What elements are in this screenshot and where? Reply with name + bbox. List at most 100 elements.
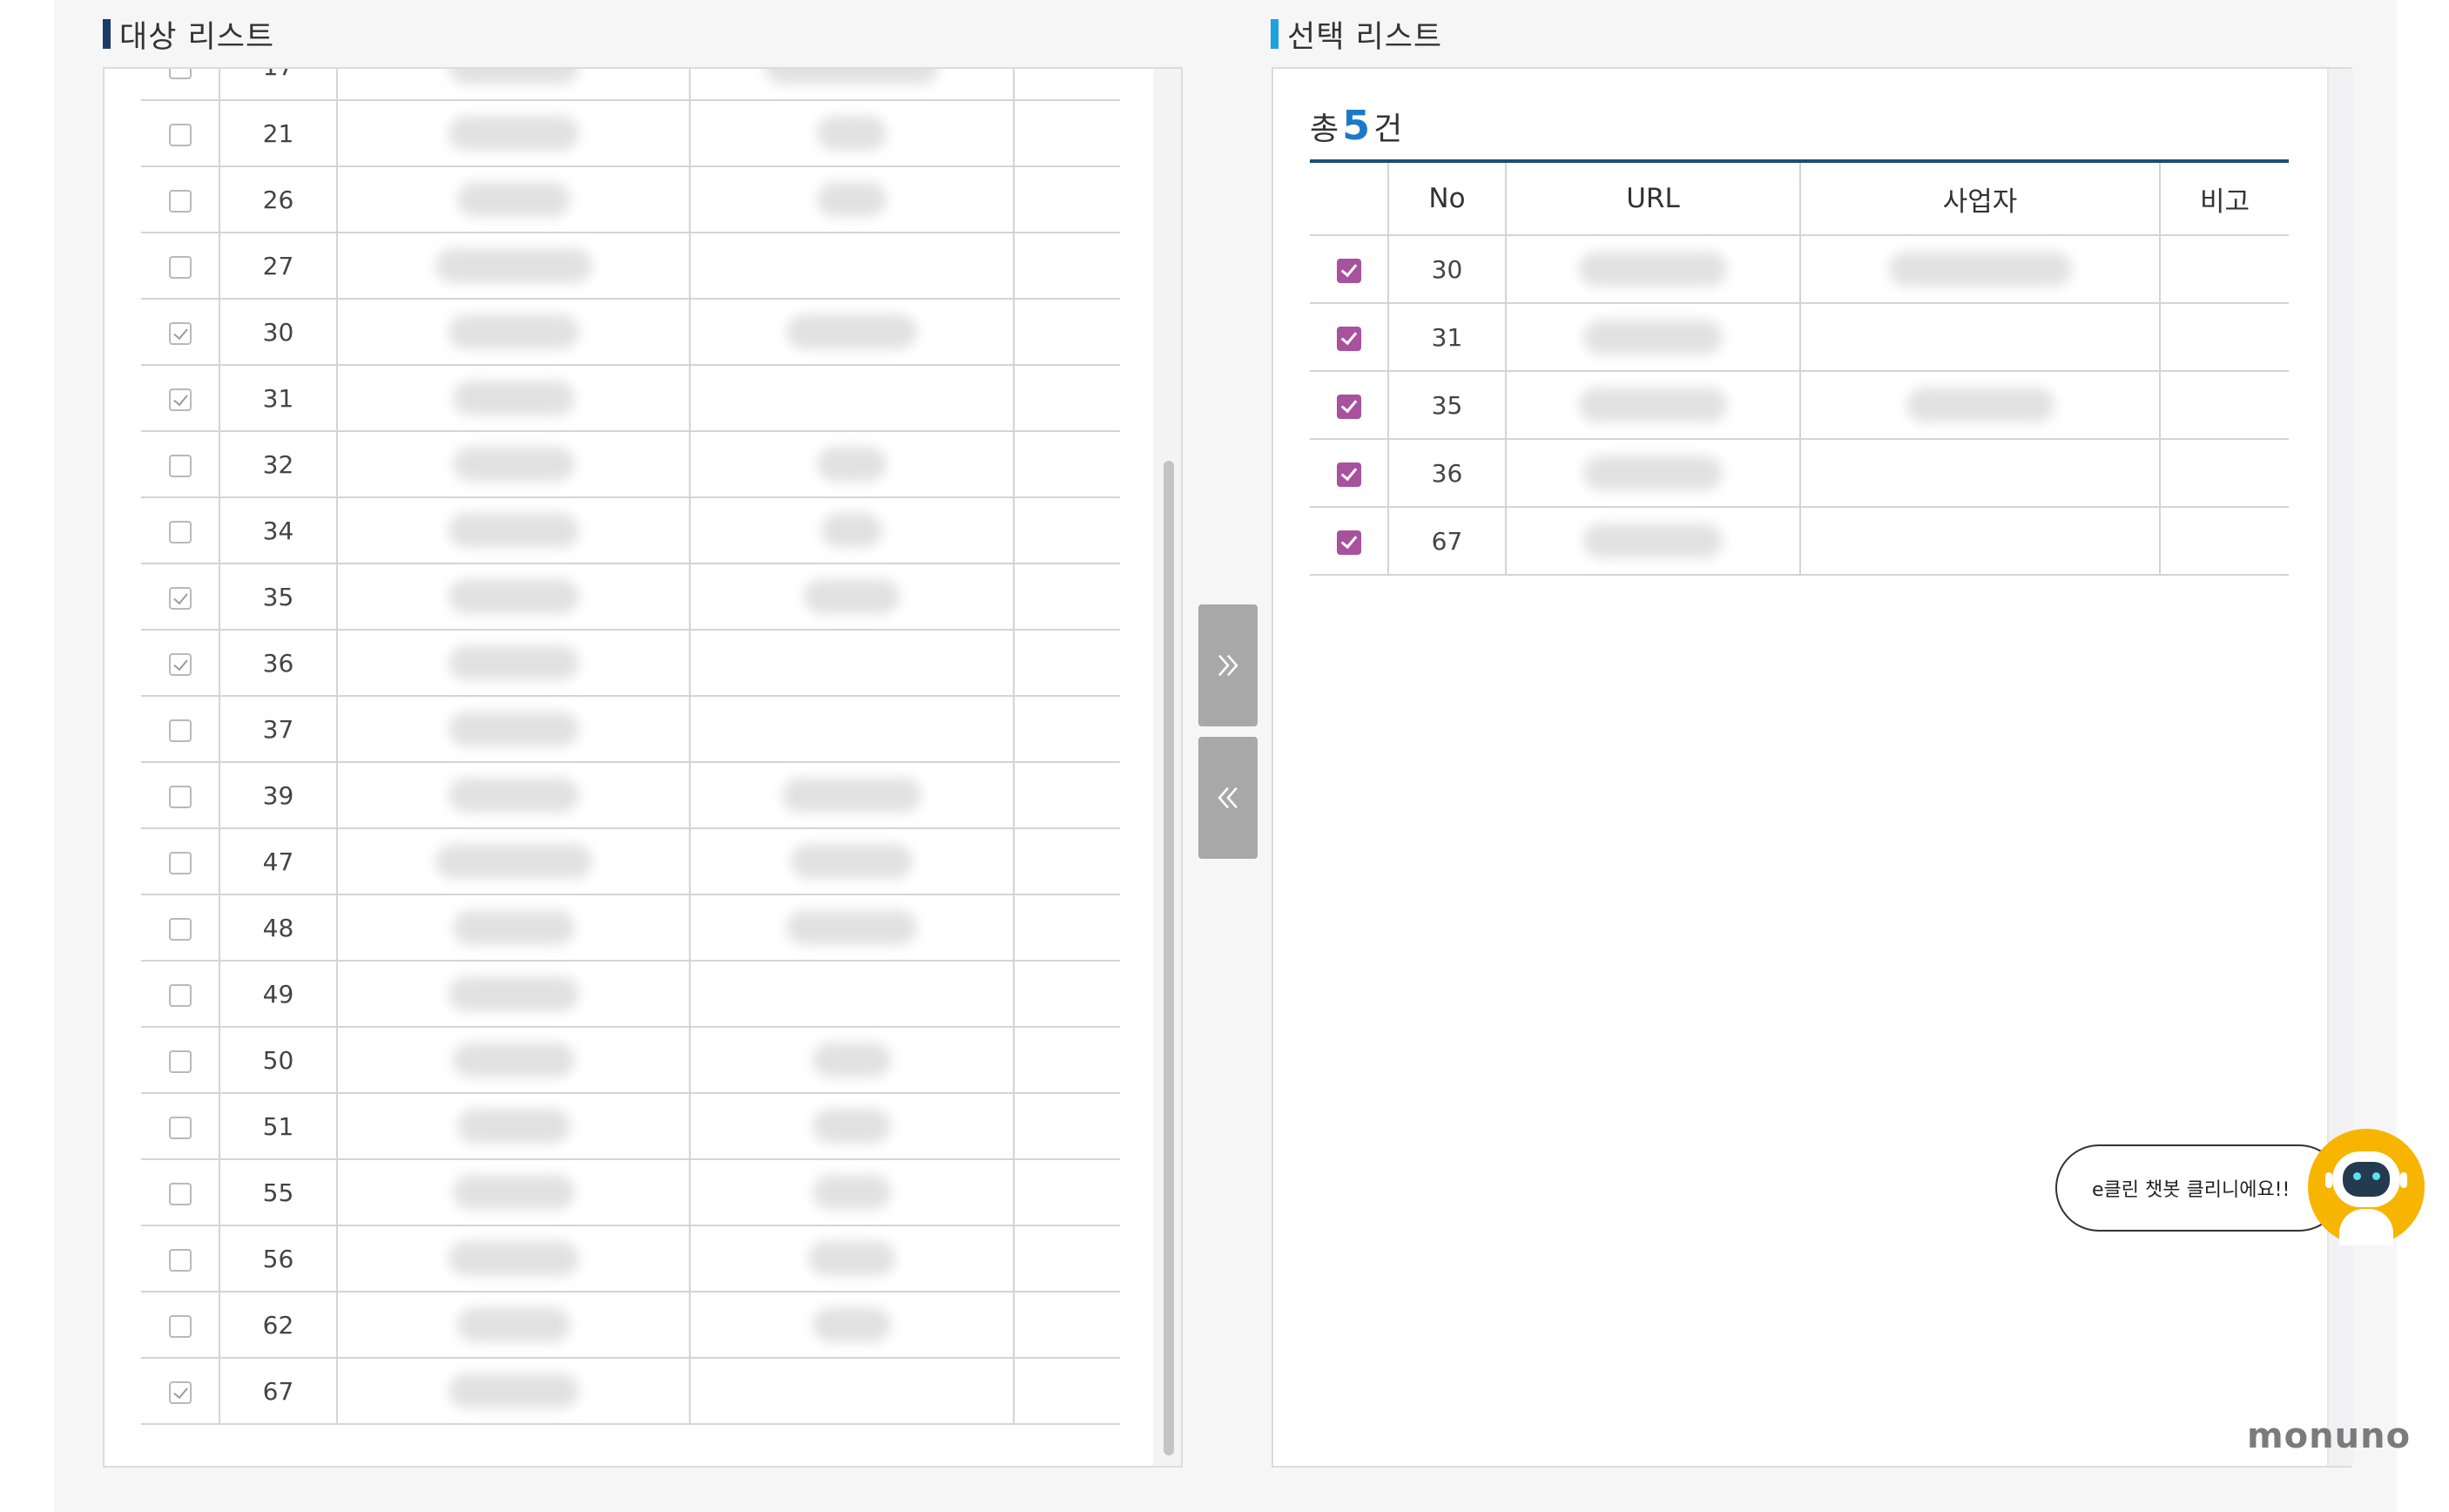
blurred-url <box>435 844 592 879</box>
row-checkbox[interactable] <box>168 785 192 808</box>
row-no: 36 <box>219 630 338 697</box>
robot-eye <box>2372 1172 2380 1180</box>
row-no: 67 <box>219 1358 338 1425</box>
blurred-url <box>435 248 592 283</box>
total-suffix: 건 <box>1373 111 1403 147</box>
blurred-url <box>448 579 579 614</box>
row-no: 48 <box>219 894 338 962</box>
row-no: 31 <box>219 365 338 432</box>
row-checkbox[interactable] <box>168 1116 192 1139</box>
row-no: 31 <box>1388 303 1507 372</box>
blurred-url <box>1583 456 1723 490</box>
row-checkbox[interactable] <box>168 1314 192 1338</box>
title-accent-bar <box>103 19 111 49</box>
blurred-url <box>448 976 579 1011</box>
row-checkbox[interactable] <box>168 255 192 279</box>
row-no: 56 <box>219 1225 338 1293</box>
column-header-remark: 비고 <box>2160 163 2289 236</box>
table-row: 51 <box>141 1093 1120 1160</box>
row-checkbox[interactable] <box>1336 394 1361 419</box>
blurred-business <box>813 1109 891 1144</box>
blurred-url <box>456 1307 570 1342</box>
scrollbar-thumb[interactable] <box>1164 461 1174 1455</box>
row-no: 67 <box>1388 507 1507 576</box>
row-checkbox[interactable] <box>168 917 192 941</box>
row-checkbox[interactable] <box>168 388 192 411</box>
robot-icon[interactable] <box>2308 1129 2425 1245</box>
double-chevron-right-icon <box>1218 654 1238 677</box>
row-no: 32 <box>219 431 338 498</box>
row-no: 50 <box>219 1027 338 1094</box>
table-row: 55 <box>141 1159 1120 1226</box>
blurred-business <box>1906 388 2054 422</box>
blurred-url <box>456 182 570 217</box>
chatbot-bubble[interactable]: e클린 챗봇 클리니에요!! <box>2055 1144 2343 1232</box>
row-checkbox[interactable] <box>168 1182 192 1205</box>
row-checkbox[interactable] <box>168 719 192 742</box>
table-row: 37 <box>141 696 1120 763</box>
blurred-business <box>817 182 887 217</box>
row-no: 49 <box>219 961 338 1028</box>
selected-list-title: 선택 리스트 <box>1271 12 1442 56</box>
row-checkbox[interactable] <box>168 1050 192 1073</box>
double-chevron-left-icon <box>1218 786 1238 809</box>
table-row: 67 <box>141 1358 1120 1425</box>
row-checkbox[interactable] <box>168 454 192 477</box>
total-count-value: 5 <box>1342 102 1371 149</box>
row-no: 47 <box>219 828 338 895</box>
table-row: 39 <box>141 762 1120 829</box>
row-checkbox[interactable] <box>168 983 192 1007</box>
row-no: 37 <box>219 696 338 763</box>
blurred-url <box>448 116 579 151</box>
row-checkbox[interactable] <box>168 851 192 874</box>
row-checkbox[interactable] <box>168 520 192 543</box>
table-row: 30 <box>1310 235 2289 304</box>
chatbot-message: e클린 챗봇 클리니에요!! <box>2092 1179 2290 1201</box>
blurred-url <box>448 1241 579 1276</box>
row-checkbox[interactable] <box>1336 530 1361 555</box>
table-row: 30 <box>141 299 1120 366</box>
column-header-url: URL <box>1506 163 1801 236</box>
row-checkbox[interactable] <box>168 69 192 79</box>
table-row: 50 <box>141 1027 1120 1094</box>
selected-list-table: No URL 사업자 비고 30 31 35 36 67 <box>1310 163 2289 576</box>
move-right-button[interactable] <box>1198 604 1258 726</box>
blurred-business <box>786 910 917 945</box>
move-left-button[interactable] <box>1198 737 1258 859</box>
row-no: 30 <box>219 299 338 366</box>
table-row: 62 <box>141 1292 1120 1359</box>
table-row: 35 <box>141 564 1120 631</box>
row-checkbox[interactable] <box>168 1380 192 1404</box>
row-checkbox[interactable] <box>168 321 192 345</box>
blurred-url <box>452 1043 575 1077</box>
blurred-business <box>782 778 921 813</box>
robot-body <box>2339 1209 2393 1245</box>
blurred-url <box>1579 388 1727 422</box>
table-row: 34 <box>141 497 1120 564</box>
row-checkbox[interactable] <box>1336 258 1361 283</box>
row-checkbox[interactable] <box>168 586 192 610</box>
row-checkbox[interactable] <box>168 652 192 676</box>
row-no: 27 <box>219 233 338 300</box>
row-no: 30 <box>1388 235 1507 304</box>
robot-eye <box>2353 1172 2361 1180</box>
blurred-business <box>821 513 882 548</box>
blurred-url <box>448 513 579 548</box>
row-checkbox[interactable] <box>168 189 192 213</box>
row-no: 51 <box>219 1093 338 1160</box>
table-row: 47 <box>141 828 1120 895</box>
row-no: 55 <box>219 1159 338 1226</box>
blurred-url <box>456 1109 570 1144</box>
row-no: 17 <box>219 69 338 101</box>
total-count: 총 5 건 <box>1310 102 1402 149</box>
blurred-business <box>813 1307 891 1342</box>
row-checkbox[interactable] <box>1336 462 1361 487</box>
row-checkbox[interactable] <box>168 123 192 146</box>
row-no: 35 <box>219 564 338 631</box>
blurred-business <box>813 1175 891 1210</box>
table-row: 27 <box>141 233 1120 300</box>
row-checkbox[interactable] <box>168 1248 192 1272</box>
total-prefix: 총 <box>1310 111 1339 147</box>
row-no: 26 <box>219 166 338 233</box>
row-checkbox[interactable] <box>1336 326 1361 351</box>
